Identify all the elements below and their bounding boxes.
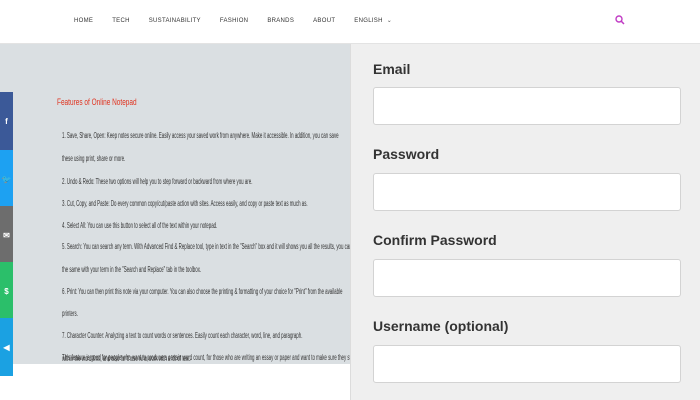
nav-brands[interactable]: BRANDS [267, 17, 294, 24]
document-line: printers. [62, 309, 78, 318]
nav-tech[interactable]: TECH [112, 17, 130, 24]
notepad-feature-panel: Features of Online Notepad 1. Save, Shar… [0, 44, 367, 400]
nav-sustainability-label: SUSTAINABILITY [148, 17, 201, 24]
document-line: 3. Cut, Copy, and Paste: Do every common… [62, 199, 308, 208]
nav-language-dropdown[interactable]: ENGLISH ⌄ [354, 17, 393, 25]
document-line: the same with your term in the "Search a… [62, 265, 202, 274]
password-label: Password [373, 146, 440, 162]
share-icon: ◀ [3, 342, 10, 352]
twitter-share-button[interactable]: 🐦 [0, 150, 13, 208]
email-field[interactable] [373, 87, 681, 125]
document-line: 5. Search: You can search any term. With… [62, 242, 368, 251]
document-lower-area: within the word limit, and also for thos… [0, 354, 350, 400]
signup-form: Email Password Confirm Password Username… [350, 44, 700, 400]
nav-home-label: HOME [74, 17, 94, 24]
facebook-icon: f [5, 116, 8, 126]
confirm-password-label: Confirm Password [373, 232, 497, 248]
username-label: Username (optional) [373, 318, 509, 334]
document-line-character-counter: 7. Character Counter: Analyzing a text t… [62, 331, 303, 340]
document-line: within the word limit, and also for thos… [62, 354, 191, 363]
document-line: 1. Save, Share, Open: Keep notes secure … [62, 131, 339, 140]
email-label: Email [373, 61, 411, 77]
document-line: 2. Undo & Redo: These two options will h… [62, 177, 253, 186]
whatsapp-icon: $ [4, 286, 9, 296]
nav-about-label: ABOUT [313, 17, 336, 24]
document-line: 6. Print: You can then print this note v… [62, 287, 343, 296]
document-line: these using print, share or more. [62, 154, 126, 163]
share-more-button[interactable]: ◀ [0, 318, 13, 376]
email-share-button[interactable]: ✉ [0, 206, 13, 264]
nav-sustainability[interactable]: SUSTAINABILITY [149, 17, 201, 24]
email-icon: ✉ [3, 230, 10, 240]
nav-home[interactable]: HOME [74, 17, 93, 24]
nav-fashion[interactable]: FASHION [220, 17, 248, 24]
password-field[interactable] [373, 173, 681, 211]
nav-fashion-label: FASHION [219, 17, 249, 24]
document-line: 4. Select All: You can use this button t… [62, 221, 218, 230]
username-field[interactable] [373, 345, 681, 383]
nav-about[interactable]: ABOUT [313, 17, 335, 24]
nav-brands-label: BRANDS [267, 17, 295, 24]
twitter-icon: 🐦 [1, 174, 12, 184]
chevron-down-icon: ⌄ [386, 18, 393, 24]
top-navigation-bar: HOME TECH SUSTAINABILITY FASHION BRANDS … [0, 0, 700, 44]
document-heading: Features of Online Notepad [57, 97, 137, 107]
nav-tech-label: TECH [112, 17, 130, 24]
search-icon[interactable] [615, 15, 625, 25]
nav-language-label: ENGLISH [354, 17, 383, 24]
confirm-password-field[interactable] [373, 259, 681, 297]
whatsapp-share-button[interactable]: $ [0, 262, 13, 320]
facebook-share-button[interactable]: f [0, 92, 13, 150]
feature-document-image: Features of Online Notepad 1. Save, Shar… [0, 44, 367, 364]
main-nav: HOME TECH SUSTAINABILITY FASHION BRANDS … [74, 17, 411, 25]
